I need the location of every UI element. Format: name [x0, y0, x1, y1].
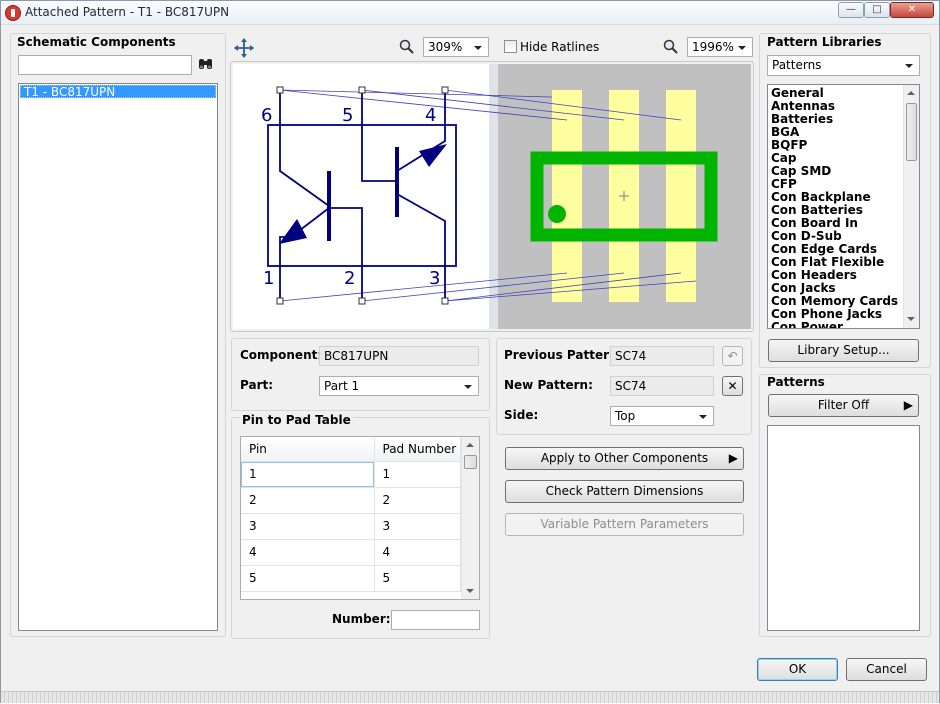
scroll-up-icon[interactable] — [907, 91, 915, 95]
apply-other-components-button[interactable]: Apply to Other Components ▶ — [505, 447, 744, 470]
apply-other-label: Apply to Other Components — [540, 451, 709, 465]
pin-label-6: 6 — [261, 105, 272, 126]
cancel-button[interactable]: Cancel — [846, 658, 927, 681]
library-setup-button[interactable]: Library Setup... — [768, 339, 919, 362]
number-input[interactable] — [391, 610, 480, 630]
scroll-down-icon[interactable] — [907, 317, 915, 321]
play-arrow-icon: ▶ — [903, 398, 913, 412]
play-arrow-icon: ▶ — [728, 451, 738, 465]
pattern-libraries-list: General Antennas Batteries BGA BQFP Cap … — [767, 84, 920, 329]
emitter-arrow-left — [279, 219, 307, 244]
pad-cell[interactable]: 1 — [374, 461, 461, 488]
pattern-libraries-heading: Pattern Libraries — [767, 35, 882, 49]
library-source-value: Patterns — [772, 58, 822, 72]
component-label: Component: — [240, 348, 323, 362]
scroll-thumb[interactable] — [464, 455, 477, 469]
undo-icon: ↶ — [727, 349, 738, 363]
pin-label-2: 2 — [344, 268, 355, 289]
pad-column-1 — [552, 90, 582, 302]
scroll-thumb[interactable] — [906, 103, 917, 161]
table-row[interactable]: 1 1 — [241, 461, 461, 488]
side-value: Top — [615, 409, 636, 423]
pin-pad-table: Pin Pad Number 1 1 2 2 3 3 4 4 5 5 — [241, 437, 461, 592]
library-items: General Antennas Batteries BGA BQFP Cap … — [768, 87, 903, 329]
pin1-marker — [548, 205, 566, 223]
pin-numbers: 6 5 4 1 2 3 — [261, 105, 440, 289]
scroll-up-icon[interactable] — [466, 443, 474, 447]
number-label: Number: — [332, 612, 391, 626]
patterns-list[interactable] — [767, 425, 920, 631]
close-icon: ✕ — [727, 379, 738, 393]
filter-off-label: Filter Off — [817, 398, 870, 412]
table-row[interactable]: 3 3 — [241, 513, 461, 540]
library-source-select[interactable]: Patterns — [767, 55, 920, 76]
pin-cell[interactable]: 4 — [241, 539, 375, 566]
new-pattern-label: New Pattern: — [504, 378, 593, 392]
pad-cell[interactable]: 2 — [374, 487, 461, 514]
part-value: Part 1 — [324, 379, 360, 393]
pin-pad-heading: Pin to Pad Table — [240, 413, 353, 427]
table-row[interactable]: 2 2 — [241, 487, 461, 514]
pin-label-3: 3 — [429, 268, 440, 289]
pin-cell[interactable]: 5 — [241, 565, 375, 592]
part-label: Part: — [240, 378, 274, 392]
pin-table-scrollbar[interactable] — [461, 437, 479, 599]
part-select[interactable]: Part 1 — [319, 376, 479, 396]
pad-cell[interactable]: 4 — [374, 539, 461, 566]
new-pattern-field: SC74 — [610, 376, 714, 396]
bottom-resize-strip — [1, 691, 939, 703]
pin-cell[interactable]: 2 — [241, 487, 375, 514]
pin-cell[interactable]: 3 — [241, 513, 375, 540]
libraries-scrollbar[interactable] — [903, 85, 919, 328]
scroll-down-icon[interactable] — [466, 589, 474, 593]
pad-cell[interactable]: 3 — [374, 513, 461, 540]
attached-pattern-dialog: Attached Pattern - T1 - BC817UPN — □ ✕ S… — [0, 0, 940, 703]
pin-label-4: 4 — [425, 105, 436, 126]
patterns-heading: Patterns — [767, 375, 825, 389]
side-label: Side: — [504, 408, 539, 422]
clear-pattern-button[interactable]: ✕ — [722, 376, 743, 396]
filter-off-button[interactable]: Filter Off ▶ — [768, 394, 919, 417]
chevron-down-icon — [464, 385, 472, 389]
component-field: BC817UPN — [319, 346, 479, 366]
table-row[interactable]: 5 5 — [241, 565, 461, 592]
pad-cell[interactable]: 5 — [374, 565, 461, 592]
pin-label-1: 1 — [263, 268, 274, 289]
pin-cell[interactable]: 1 — [241, 461, 375, 488]
column-header-pad[interactable]: Pad Number — [374, 437, 461, 462]
previous-pattern-label: Previous Pattern: — [504, 348, 623, 362]
side-select[interactable]: Top — [610, 406, 714, 426]
chevron-down-icon — [905, 64, 913, 68]
pin-label-5: 5 — [342, 105, 353, 126]
library-item[interactable]: Con Power — [768, 321, 903, 329]
ok-button[interactable]: OK — [757, 658, 838, 681]
undo-pattern-button[interactable]: ↶ — [722, 346, 743, 366]
column-header-pin[interactable]: Pin — [241, 437, 375, 462]
pad-column-3 — [666, 90, 696, 302]
table-row[interactable]: 4 4 — [241, 539, 461, 566]
variable-pattern-parameters-button[interactable]: Variable Pattern Parameters — [505, 513, 744, 536]
previous-pattern-field: SC74 — [610, 346, 714, 366]
check-pattern-dimensions-button[interactable]: Check Pattern Dimensions — [505, 480, 744, 503]
chevron-down-icon — [699, 415, 707, 419]
